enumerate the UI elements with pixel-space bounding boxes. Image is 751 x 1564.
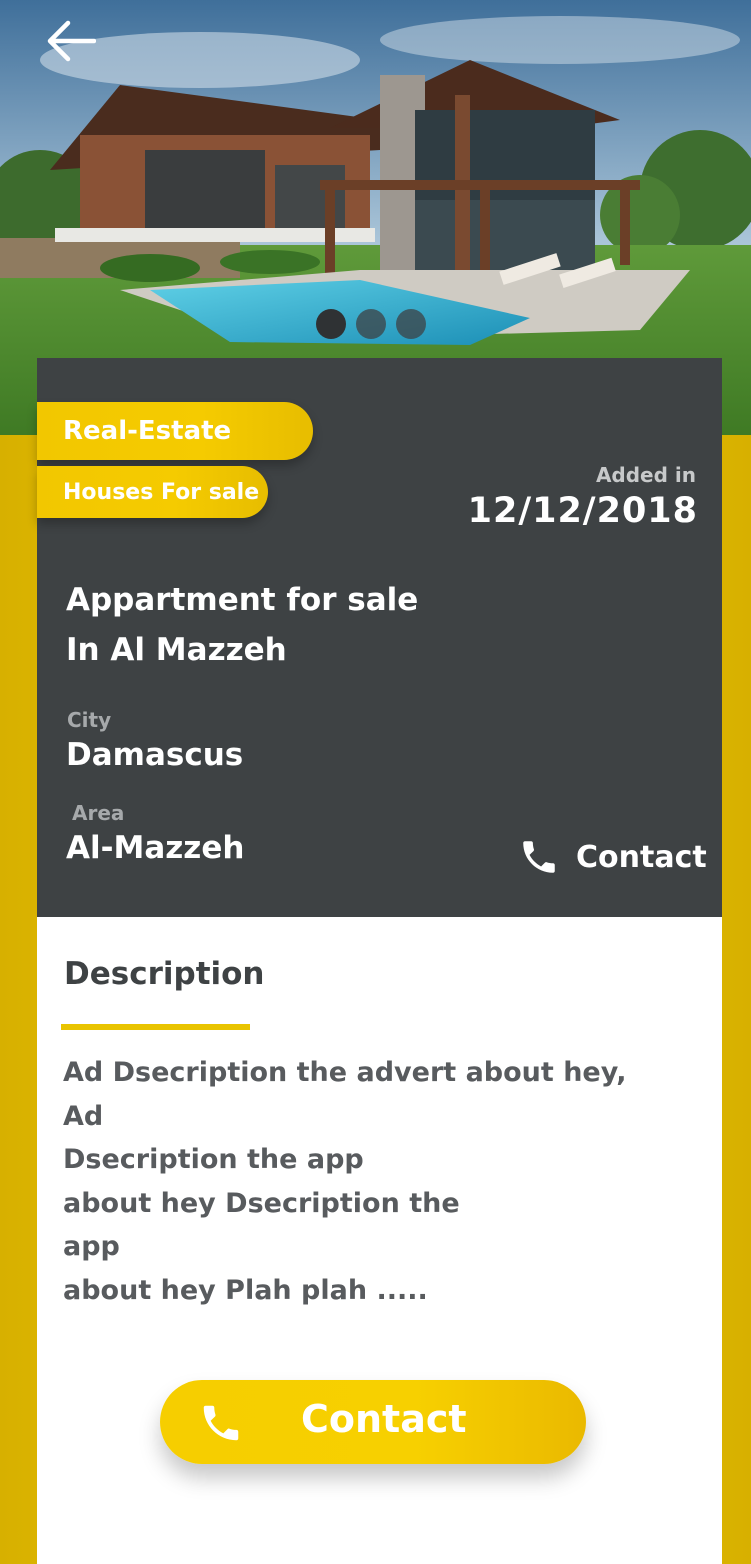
- listing-title-line1: Appartment for sale: [66, 582, 419, 618]
- description-underline: [61, 1024, 250, 1030]
- description-heading: Description: [64, 956, 265, 992]
- city-label: City: [67, 708, 112, 732]
- listing-screen: Real-Estate Houses For sale Added in 12/…: [0, 0, 751, 1564]
- category-tag[interactable]: Real-Estate: [37, 402, 313, 460]
- listing-title: Appartment for sale In Al Mazzeh: [66, 575, 418, 675]
- city-value: Damascus: [66, 737, 244, 773]
- contact-link[interactable]: Contact: [518, 832, 707, 882]
- back-button[interactable]: [40, 16, 100, 66]
- contact-button-label: Contact: [301, 1397, 467, 1441]
- carousel-dot[interactable]: [316, 309, 346, 339]
- listing-title-line2: In Al Mazzeh: [66, 632, 287, 668]
- phone-icon: [203, 1405, 239, 1441]
- arrow-left-icon: [47, 20, 96, 62]
- area-label: Area: [72, 801, 125, 825]
- carousel-indicator: [316, 309, 426, 339]
- area-value: Al-Mazzeh: [66, 830, 245, 866]
- carousel-dot[interactable]: [396, 309, 426, 339]
- phone-icon: [523, 841, 555, 873]
- added-date-value: 12/12/2018: [467, 491, 698, 531]
- description-text: Ad Dsecription the advert about hey, Ad …: [63, 1057, 627, 1306]
- added-date-label: Added in: [595, 463, 696, 487]
- carousel-dot[interactable]: [356, 309, 386, 339]
- contact-button[interactable]: Contact: [160, 1380, 586, 1464]
- subcategory-tag[interactable]: Houses For sale: [37, 466, 268, 518]
- contact-link-label: Contact: [576, 839, 707, 875]
